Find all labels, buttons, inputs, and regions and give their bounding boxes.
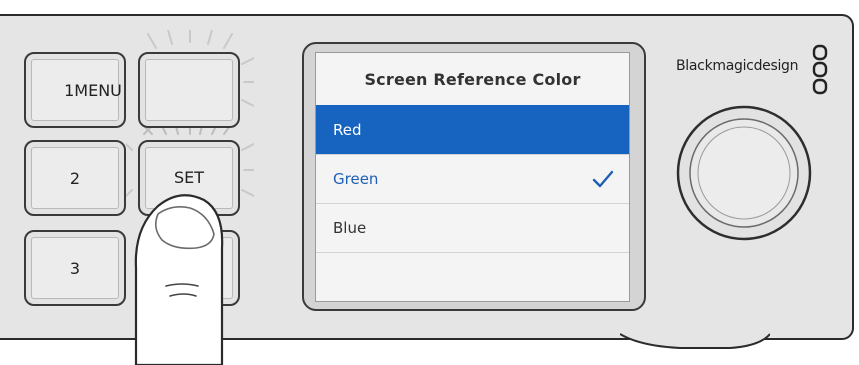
panel-foot [620,333,770,349]
menu-button[interactable]: 1MENU [24,52,126,128]
option-red[interactable]: Red [316,105,629,154]
blank-button[interactable] [138,52,240,128]
brand-name: Blackmagicdesign [676,58,799,74]
option-blue[interactable]: Blue [316,203,629,252]
option-green[interactable]: Green [316,154,629,203]
option-red-label: Red [333,120,362,139]
lcd-screen: Screen Reference Color Red Green Blue [315,52,630,302]
rotary-knob[interactable] [674,103,814,243]
button-3-label: 3 [69,258,81,278]
blackmagic-logo-icon [812,44,828,95]
menu-button-label: 1MENU [64,80,122,100]
finger-pressing-set [134,194,224,365]
option-green-label: Green [333,170,379,188]
option-empty [316,252,629,301]
option-blue-label: Blue [333,219,367,237]
screen-title: Screen Reference Color [364,69,581,89]
button-2-label: 2 [69,168,81,188]
button-3[interactable]: 3 [24,230,126,306]
button-2[interactable]: 2 [24,140,126,216]
checkmark-icon [592,170,614,188]
